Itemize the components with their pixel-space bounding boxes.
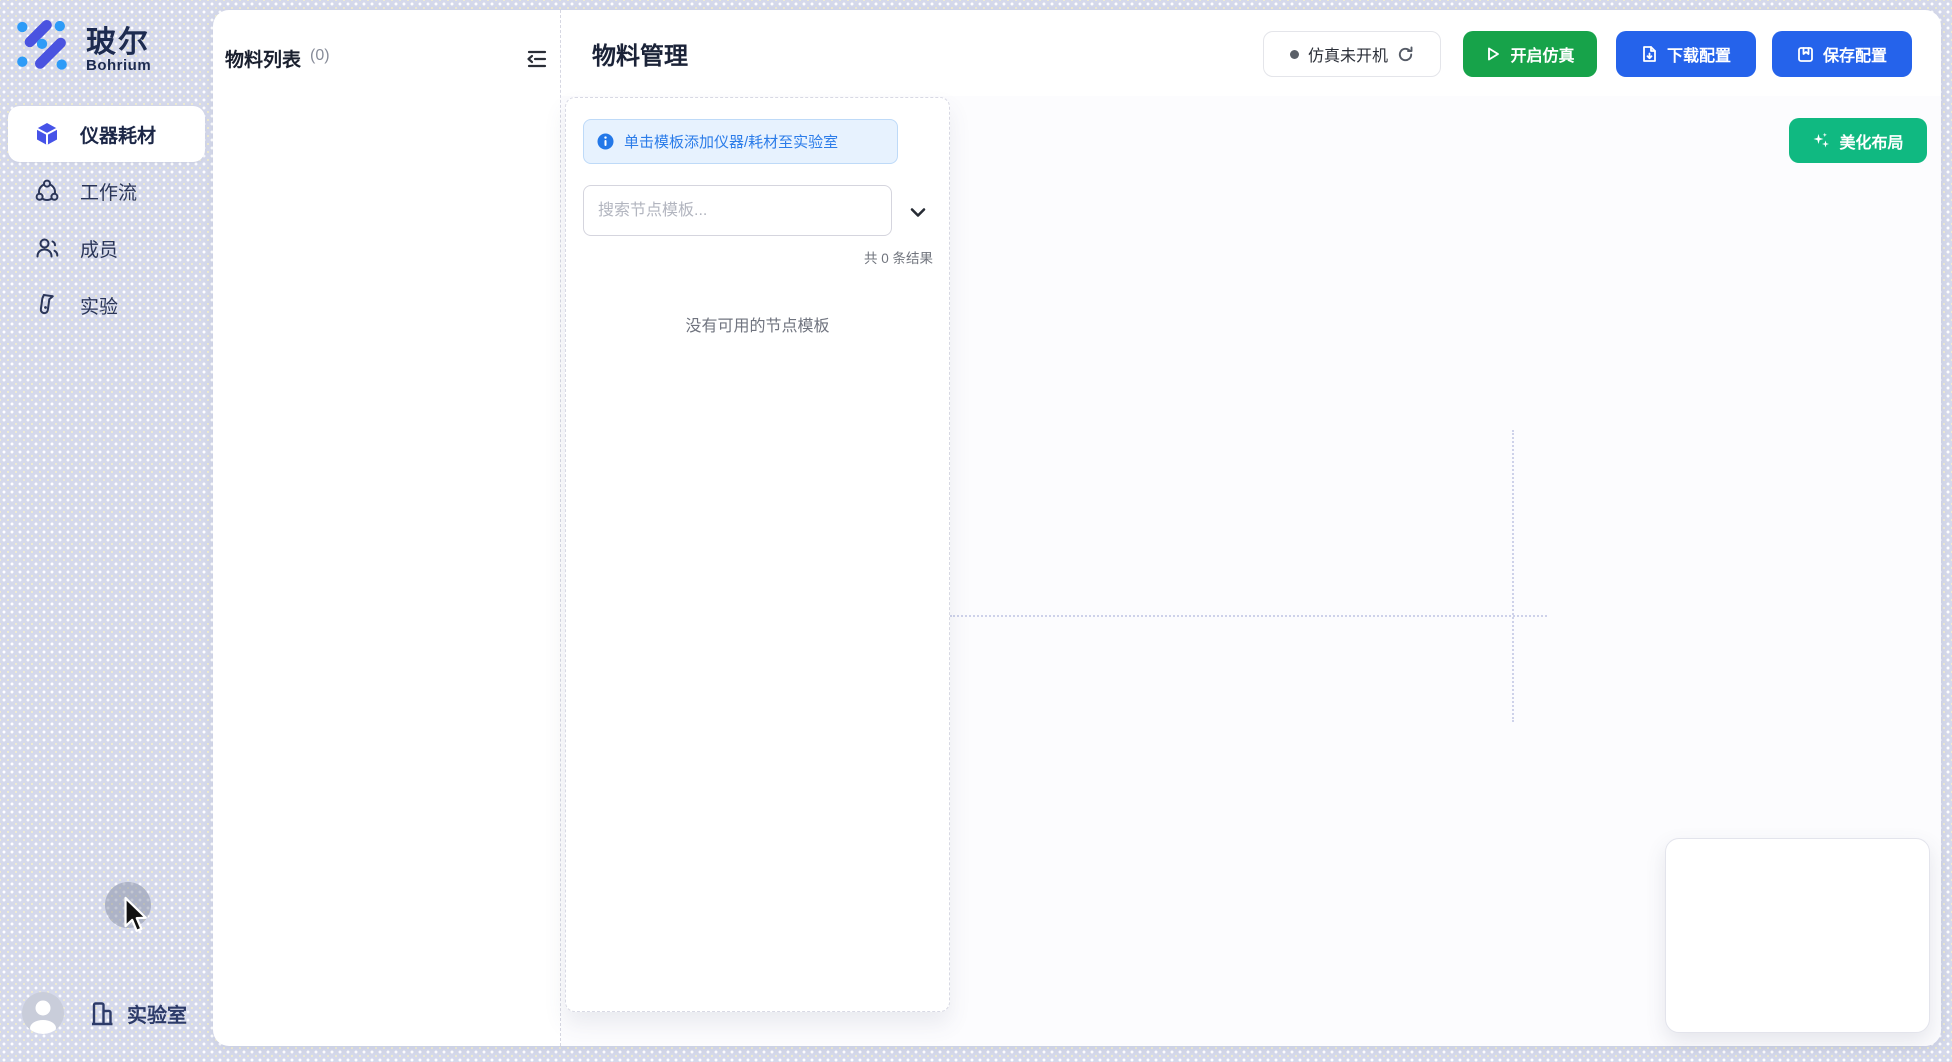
hint-text: 单击模板添加仪器/耗材至实验室 [624,131,838,152]
brand-name-en: Bohrium [86,57,151,74]
bohrium-logo-icon [12,12,72,72]
collapse-panel-button[interactable] [525,47,549,71]
alignment-guide-horizontal [950,615,1547,617]
sidebar-item-label: 工作流 [80,178,137,205]
page-title: 物料管理 [592,36,688,71]
empty-state-text: 没有可用的节点模板 [566,312,949,336]
mouse-cursor [123,896,149,934]
user-avatar[interactable] [22,992,64,1034]
sidebar-item-instruments[interactable]: 仪器耗材 [8,106,205,162]
beautify-layout-button[interactable]: 美化布局 [1789,118,1927,163]
sidebar-item-workflow[interactable]: 工作流 [8,163,205,219]
download-config-button[interactable]: 下载配置 [1616,31,1756,77]
sim-status-pill[interactable]: 仿真未开机 [1263,31,1441,77]
lab-switcher[interactable]: 实验室 [88,999,187,1028]
save-config-button[interactable]: 保存配置 [1772,31,1912,77]
sidebar-item-label: 成员 [80,235,118,262]
outdent-icon [526,49,548,69]
material-list-title: 物料列表 [225,45,301,72]
cube-icon [34,121,60,147]
chevron-down-icon[interactable] [907,201,929,223]
sidebar-item-members[interactable]: 成员 [8,220,205,276]
save-icon [1797,46,1814,63]
alignment-guide-vertical [1512,430,1514,722]
sidebar-item-label: 仪器耗材 [80,121,156,148]
material-list-count: (0) [310,47,330,65]
file-download-icon [1641,45,1658,63]
result-count: 共 0 条结果 [864,247,933,267]
lab-label: 实验室 [127,999,187,1028]
sidebar-item-experiment[interactable]: 实验 [8,277,205,333]
minimap[interactable] [1665,838,1930,1033]
sidebar-item-label: 实验 [80,292,118,319]
sparkles-icon [1812,131,1831,150]
start-simulation-button[interactable]: 开启仿真 [1463,31,1597,77]
search-input[interactable] [583,185,892,236]
play-icon [1485,46,1501,62]
status-dot-icon [1290,50,1299,59]
building-icon [88,1000,116,1028]
brand-name-zh: 玻尔 [86,17,150,61]
info-icon [597,133,614,150]
app: 玻尔 Bohrium 仪器耗材 [0,0,1952,1062]
main-surface: 物料列表 (0) 物料管理 仿真未开机 开启仿真 [213,10,1941,1046]
hint-banner: 单击模板添加仪器/耗材至实验室 [583,119,898,164]
refresh-icon[interactable] [1397,46,1414,63]
sidebar-nav: 仪器耗材 工作流 [8,106,205,334]
experiment-icon [34,292,60,318]
workflow-icon [34,178,60,204]
status-label: 仿真未开机 [1308,42,1388,66]
node-template-panel: 单击模板添加仪器/耗材至实验室 共 0 条结果 没有可用的节点模板 [565,97,950,1012]
members-icon [34,235,60,261]
